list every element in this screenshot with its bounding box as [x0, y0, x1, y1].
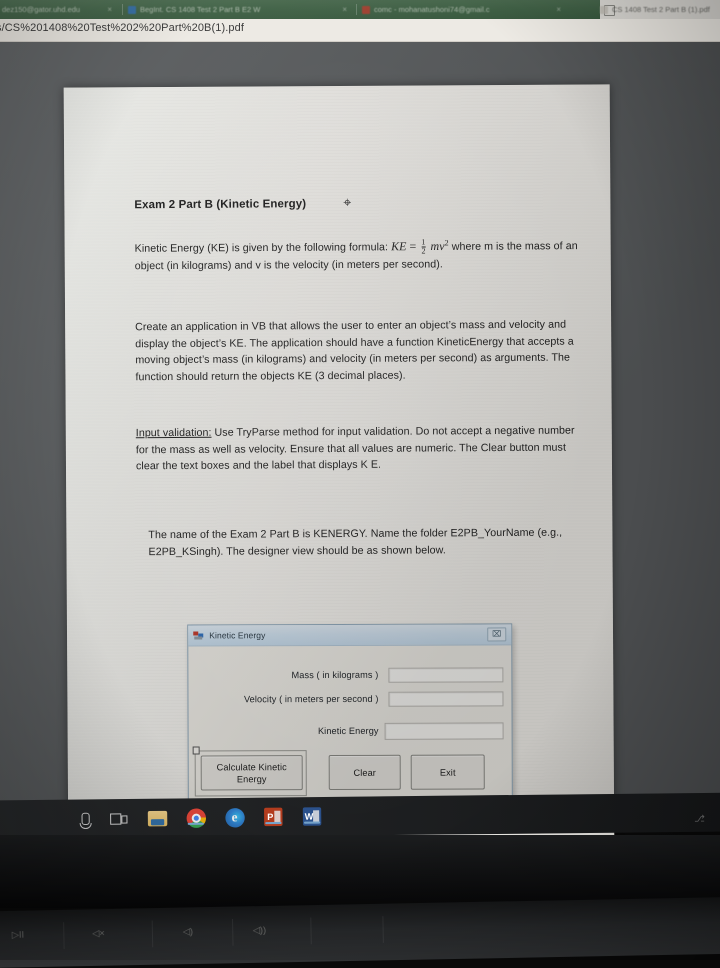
vb-form-titlebar: Kinetic Energy ⌧ [188, 624, 512, 647]
selection-rectangle [194, 750, 307, 797]
input-validation-paragraph: Input validation: Use TryParse method fo… [136, 422, 588, 474]
taskbar-item-microphone[interactable] [74, 808, 97, 831]
red-favicon-icon [362, 5, 370, 14]
formula-lead: Kinetic Energy (KE) is given by the foll… [134, 241, 389, 255]
active-app-underline [187, 822, 205, 825]
selection-handle[interactable] [192, 746, 200, 755]
vb-field-row-kinetic-energy: Kinetic Energy [189, 721, 512, 740]
pdf-viewer-canvas[interactable]: Exam 2 Part B (Kinetic Energy) ⌖ Kinetic… [0, 42, 720, 852]
math-mv: mv [430, 238, 445, 253]
text-cursor-icon: ⌖ [343, 195, 352, 211]
windows-taskbar: e P W ⎇ [0, 792, 720, 840]
key-divider [382, 916, 384, 943]
new-tab-button[interactable] [604, 5, 615, 16]
input-validation-text: Use TryParse method for input validation… [135, 424, 575, 473]
velocity-input[interactable] [388, 690, 504, 707]
key-divider [63, 922, 65, 950]
clear-button[interactable]: Clear [328, 754, 401, 791]
vb-designer-form: Kinetic Energy ⌧ Mass ( in kilograms ) V… [187, 623, 513, 822]
powerpoint-letter: P [267, 811, 274, 823]
math-fraction-one-half: 1 2 [421, 237, 426, 257]
vb-field-row-velocity: Velocity ( in meters per second ) [188, 690, 511, 707]
close-icon[interactable]: × [342, 5, 353, 14]
vb-form-icon [193, 630, 204, 640]
fraction-denominator: 2 [421, 246, 426, 257]
browser-tab-4-title: CS 1408 Test 2 Part B (1).pdf [612, 5, 710, 14]
clear-button-label: Clear [353, 767, 376, 778]
taskbar-item-powerpoint[interactable]: P [262, 806, 285, 829]
exit-button-label: Exit [439, 767, 456, 778]
kinetic-energy-output [384, 721, 504, 740]
microphone-icon [81, 812, 90, 826]
browser-tab-4-active[interactable]: CS 1408 Test 2 Part B (1).pdf [600, 0, 720, 19]
page-title: Exam 2 Part B (Kinetic Energy) [134, 198, 307, 212]
browser-url-bar[interactable]: s/CS%201408%20Test%202%20Part%20B(1).pdf [0, 19, 720, 42]
key-divider [151, 920, 154, 948]
formula-tail: where m is the mass of an object (in kil… [134, 240, 578, 272]
vb-field-row-mass: Mass ( in kilograms ) [188, 666, 511, 683]
task-view-icon [110, 812, 128, 825]
pdf-favicon-icon [600, 5, 608, 14]
browser-tab-1-title: dez150@gator.uhd.edu [2, 5, 81, 14]
browser-tab-strip: dez150@gator.uhd.edu × BegInt. CS 1408 T… [0, 0, 720, 19]
taskbar-item-task-view[interactable] [107, 807, 130, 830]
vb-form-body: Mass ( in kilograms ) Velocity ( in mete… [188, 644, 512, 820]
tab-separator [122, 4, 123, 15]
laptop-screen-photo: dez150@gator.uhd.edu × BegInt. CS 1408 T… [0, 0, 720, 968]
taskbar-item-file-explorer[interactable] [146, 807, 169, 830]
close-icon[interactable]: × [556, 5, 567, 14]
math-ke: KE [391, 239, 407, 254]
calculate-kinetic-energy-button[interactable]: Calculate Kinetic Energy [200, 755, 303, 791]
key-divider [231, 918, 234, 946]
math-exponent-two: 2 [444, 238, 449, 248]
pdf-page: Exam 2 Part B (Kinetic Energy) ⌖ Kinetic… [63, 84, 615, 852]
edge-icon: e [224, 807, 245, 828]
system-tray-people-icon[interactable]: ⎇ [694, 813, 705, 824]
blue-favicon-icon [128, 5, 136, 14]
browser-tab-1[interactable]: dez150@gator.uhd.edu × [0, 0, 118, 19]
naming-paragraph: The name of the Exam 2 Part B is KENERGY… [148, 526, 563, 558]
function-key-volume-down[interactable]: ◁) [183, 926, 193, 938]
taskbar-item-chrome[interactable] [184, 806, 207, 829]
edge-letter: e [231, 809, 238, 825]
browser-tab-3[interactable]: comc - mohanatushoni74@gmail.c × [362, 0, 567, 19]
active-app-underline [265, 821, 282, 825]
tab-separator [356, 4, 357, 15]
exit-button[interactable]: Exit [410, 754, 485, 790]
kinetic-energy-label: Kinetic Energy [317, 725, 379, 737]
file-explorer-icon [147, 810, 167, 826]
active-app-underline [303, 821, 321, 824]
url-text[interactable]: s/CS%201408%20Test%202%20Part%20B(1).pdf [0, 22, 244, 34]
vb-form-title: Kinetic Energy [209, 630, 266, 641]
close-icon[interactable]: × [107, 5, 118, 14]
calculate-button-label: Calculate Kinetic Energy [216, 761, 287, 784]
chrome-icon [185, 807, 206, 828]
close-icon[interactable]: ⌧ [487, 627, 507, 642]
tab-strip-right-background [600, 0, 720, 19]
mass-label: Mass ( in kilograms ) [291, 669, 379, 681]
input-validation-label: Input validation: [135, 426, 212, 440]
velocity-label: Velocity ( in meters per second ) [243, 693, 379, 705]
word-letter: W [304, 811, 314, 822]
formula-paragraph: Kinetic Energy (KE) is given by the foll… [135, 234, 587, 274]
taskbar-item-word[interactable]: W [301, 805, 324, 828]
word-icon: W [302, 807, 322, 826]
mass-input[interactable] [388, 666, 504, 683]
key-divider [310, 917, 312, 945]
function-key-volume-up[interactable]: ◁)) [253, 925, 267, 937]
powerpoint-icon: P [264, 807, 283, 827]
function-key-mute[interactable]: ◁× [92, 928, 105, 940]
browser-tab-2[interactable]: BegInt. CS 1408 Test 2 Part B E2 W × [128, 0, 353, 19]
taskbar-item-edge[interactable]: e [223, 806, 246, 829]
browser-tab-2-title: BegInt. CS 1408 Test 2 Part B E2 W [140, 5, 261, 14]
math-equals: = [409, 239, 417, 254]
function-key-play-pause[interactable]: ▷II [12, 929, 25, 941]
browser-tab-3-title: comc - mohanatushoni74@gmail.c [374, 5, 490, 14]
laptop-bezel [0, 835, 720, 908]
fraction-numerator: 1 [421, 237, 426, 247]
assignment-paragraph: Create an application in VB that allows … [135, 318, 574, 383]
